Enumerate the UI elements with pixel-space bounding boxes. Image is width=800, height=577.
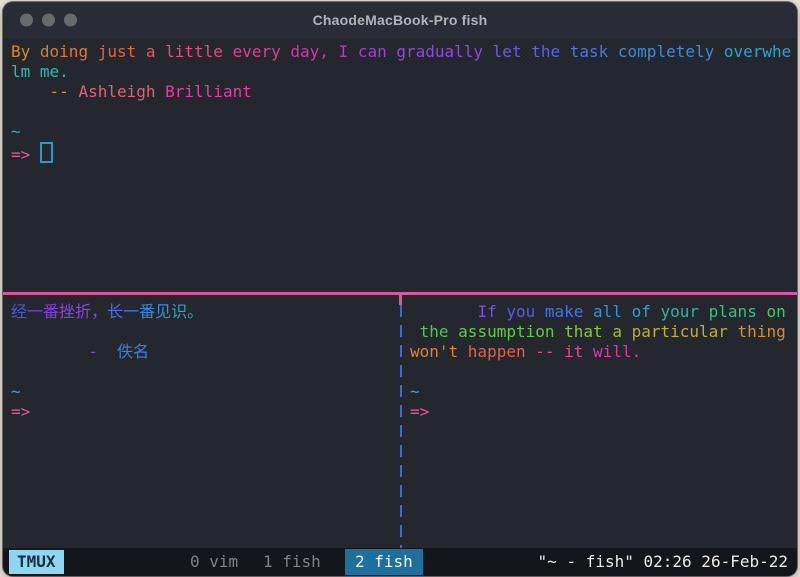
tmux-window-1-fish[interactable]: 1 fish bbox=[263, 548, 321, 576]
bottom-left-pane: 经一番挫折，长一番见识。 - 佚名 ~ => bbox=[11, 302, 393, 422]
window-title: ChaodeMacBook-Pro fish bbox=[313, 12, 488, 28]
zoom-button-icon[interactable] bbox=[64, 14, 77, 27]
window-titlebar[interactable]: ChaodeMacBook-Pro fish bbox=[3, 2, 797, 38]
blank-line bbox=[11, 362, 393, 382]
top-pane: By doing just a little every day, I can … bbox=[11, 42, 797, 162]
blank-line bbox=[11, 322, 393, 342]
blank-line bbox=[410, 362, 797, 382]
pane-divider-junction bbox=[399, 295, 402, 305]
terminal-cursor bbox=[40, 142, 53, 163]
prompt-path: ~ bbox=[11, 382, 393, 402]
prompt-arrow: => bbox=[410, 402, 797, 422]
close-button-icon[interactable] bbox=[20, 14, 33, 27]
quote-line: 经一番挫折，长一番见识。 bbox=[11, 302, 393, 322]
prompt-path: ~ bbox=[11, 122, 797, 142]
quote-attribution: - 佚名 bbox=[11, 342, 393, 362]
terminal-window: ChaodeMacBook-Pro fish By doing just a l… bbox=[3, 2, 797, 576]
pane-divider-vertical[interactable] bbox=[400, 305, 402, 548]
tmux-status-bar: TMUX 0 vim 1 fish 2 fish "~ - fish" 02:2… bbox=[3, 548, 797, 576]
tmux-session-badge: TMUX bbox=[9, 550, 64, 574]
quote-attribution: -- Ashleigh Brilliant bbox=[11, 82, 797, 102]
minimize-button-icon[interactable] bbox=[42, 14, 55, 27]
blank-line bbox=[11, 102, 797, 122]
quote-line: lm me. bbox=[11, 62, 797, 82]
traffic-lights bbox=[20, 14, 77, 27]
prompt-path: ~ bbox=[410, 382, 797, 402]
quote-line: won't happen -- it will. bbox=[410, 342, 797, 362]
prompt-arrow: => bbox=[11, 402, 393, 422]
quote-line: By doing just a little every day, I can … bbox=[11, 42, 797, 62]
tmux-window-2-fish-active[interactable]: 2 fish bbox=[345, 549, 423, 575]
quote-line: the assumption that a particular thing bbox=[410, 322, 797, 342]
quote-line: If you make all of your plans on bbox=[410, 302, 797, 322]
tmux-session-info: "~ - fish" 02:26 26-Feb-22 bbox=[538, 548, 788, 576]
tmux-window-0-vim[interactable]: 0 vim bbox=[190, 548, 238, 576]
bottom-right-pane: If you make all of your plans on the ass… bbox=[410, 302, 797, 422]
terminal-content[interactable]: By doing just a little every day, I can … bbox=[3, 38, 797, 548]
prompt-line: => bbox=[11, 142, 797, 162]
prompt-arrow: => bbox=[11, 145, 40, 164]
